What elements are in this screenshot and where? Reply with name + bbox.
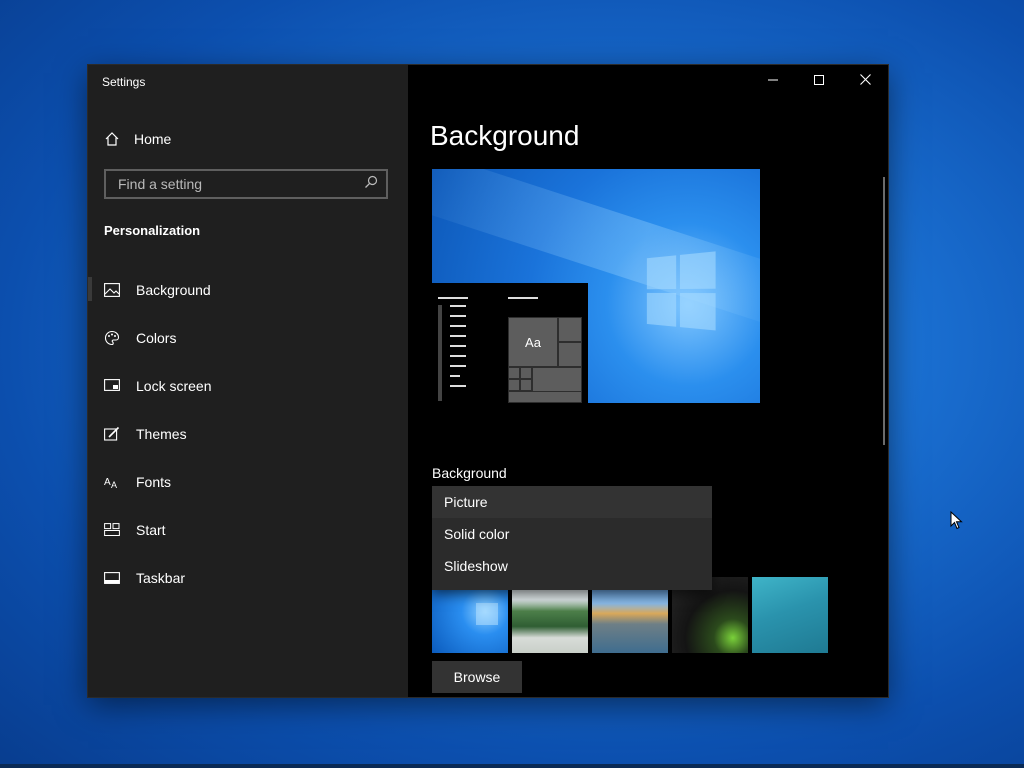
dropdown-option-solid-color[interactable]: Solid color bbox=[432, 518, 712, 550]
sidebar: Settings Home Personalization Background bbox=[88, 65, 408, 697]
sidebar-item-background[interactable]: Background bbox=[88, 266, 408, 314]
sidebar-item-label: Taskbar bbox=[136, 570, 186, 586]
maximize-button[interactable] bbox=[796, 65, 842, 97]
sidebar-item-label: Lock screen bbox=[136, 378, 212, 394]
windows-logo-icon bbox=[476, 603, 498, 625]
dropdown-option-slideshow[interactable]: Slideshow bbox=[432, 550, 712, 582]
minimize-button[interactable] bbox=[750, 65, 796, 97]
maximize-icon bbox=[814, 72, 824, 90]
themes-brush-icon bbox=[104, 426, 120, 442]
preview-tile bbox=[520, 367, 532, 379]
background-preview: Aa bbox=[432, 169, 760, 403]
sidebar-item-start[interactable]: Start bbox=[88, 506, 408, 554]
sidebar-nav: Background Colors Lock screen Themes A A… bbox=[88, 266, 408, 602]
home-icon bbox=[104, 131, 120, 147]
taskbar-edge bbox=[0, 764, 1024, 768]
svg-text:A: A bbox=[104, 477, 111, 488]
sidebar-item-colors[interactable]: Colors bbox=[88, 314, 408, 362]
picture-thumbnail[interactable] bbox=[752, 577, 828, 653]
preview-tile bbox=[508, 391, 582, 403]
background-label: Background bbox=[432, 465, 507, 481]
close-button[interactable] bbox=[842, 65, 888, 97]
content-pane: Background Aa Background Picture Solid c… bbox=[408, 65, 963, 697]
sidebar-item-label: Start bbox=[136, 522, 166, 538]
preview-tile-aa: Aa bbox=[508, 317, 558, 367]
preview-app-column bbox=[438, 305, 442, 401]
home-link[interactable]: Home bbox=[104, 127, 171, 151]
windows-logo-icon bbox=[646, 251, 718, 333]
search-icon[interactable] bbox=[364, 175, 378, 194]
preview-tile bbox=[558, 317, 582, 342]
sidebar-item-label: Fonts bbox=[136, 474, 172, 490]
minimize-icon bbox=[768, 72, 778, 90]
preview-tile bbox=[520, 379, 532, 391]
palette-icon bbox=[104, 330, 120, 346]
search-box bbox=[104, 169, 388, 199]
sidebar-item-label: Themes bbox=[136, 426, 187, 442]
dropdown-option-picture[interactable]: Picture bbox=[432, 486, 712, 518]
sidebar-item-label: Background bbox=[136, 282, 211, 298]
sidebar-item-taskbar[interactable]: Taskbar bbox=[88, 554, 408, 602]
close-icon bbox=[859, 72, 871, 90]
sidebar-item-themes[interactable]: Themes bbox=[88, 410, 408, 458]
start-grid-icon bbox=[104, 522, 120, 538]
preview-start-menu: Aa bbox=[432, 283, 588, 403]
page-title: Background bbox=[430, 120, 580, 151]
home-label: Home bbox=[134, 131, 172, 147]
preview-tile bbox=[508, 379, 520, 391]
window-title: Settings bbox=[102, 75, 146, 89]
browse-button[interactable]: Browse bbox=[432, 661, 522, 693]
preview-app-list bbox=[450, 305, 466, 395]
sidebar-item-label: Colors bbox=[136, 330, 177, 346]
search-input[interactable] bbox=[116, 175, 360, 193]
preview-tile bbox=[558, 342, 582, 367]
fonts-icon: AA bbox=[104, 474, 120, 490]
settings-window: Settings Home Personalization Background bbox=[88, 65, 963, 697]
preview-line bbox=[438, 297, 468, 299]
sidebar-item-fonts[interactable]: AA Fonts bbox=[88, 458, 408, 506]
background-dropdown-list: Picture Solid color Slideshow bbox=[432, 486, 712, 590]
preview-line bbox=[508, 297, 538, 299]
taskbar-icon bbox=[104, 570, 120, 586]
sidebar-item-lock-screen[interactable]: Lock screen bbox=[88, 362, 408, 410]
mouse-cursor-icon bbox=[950, 510, 963, 535]
picture-icon bbox=[104, 282, 120, 298]
preview-tile bbox=[508, 367, 520, 379]
scrollbar[interactable] bbox=[883, 177, 885, 445]
preview-tiles: Aa bbox=[508, 317, 582, 403]
lock-screen-icon bbox=[104, 378, 120, 394]
svg-text:A: A bbox=[111, 480, 117, 489]
section-title: Personalization bbox=[104, 223, 201, 238]
